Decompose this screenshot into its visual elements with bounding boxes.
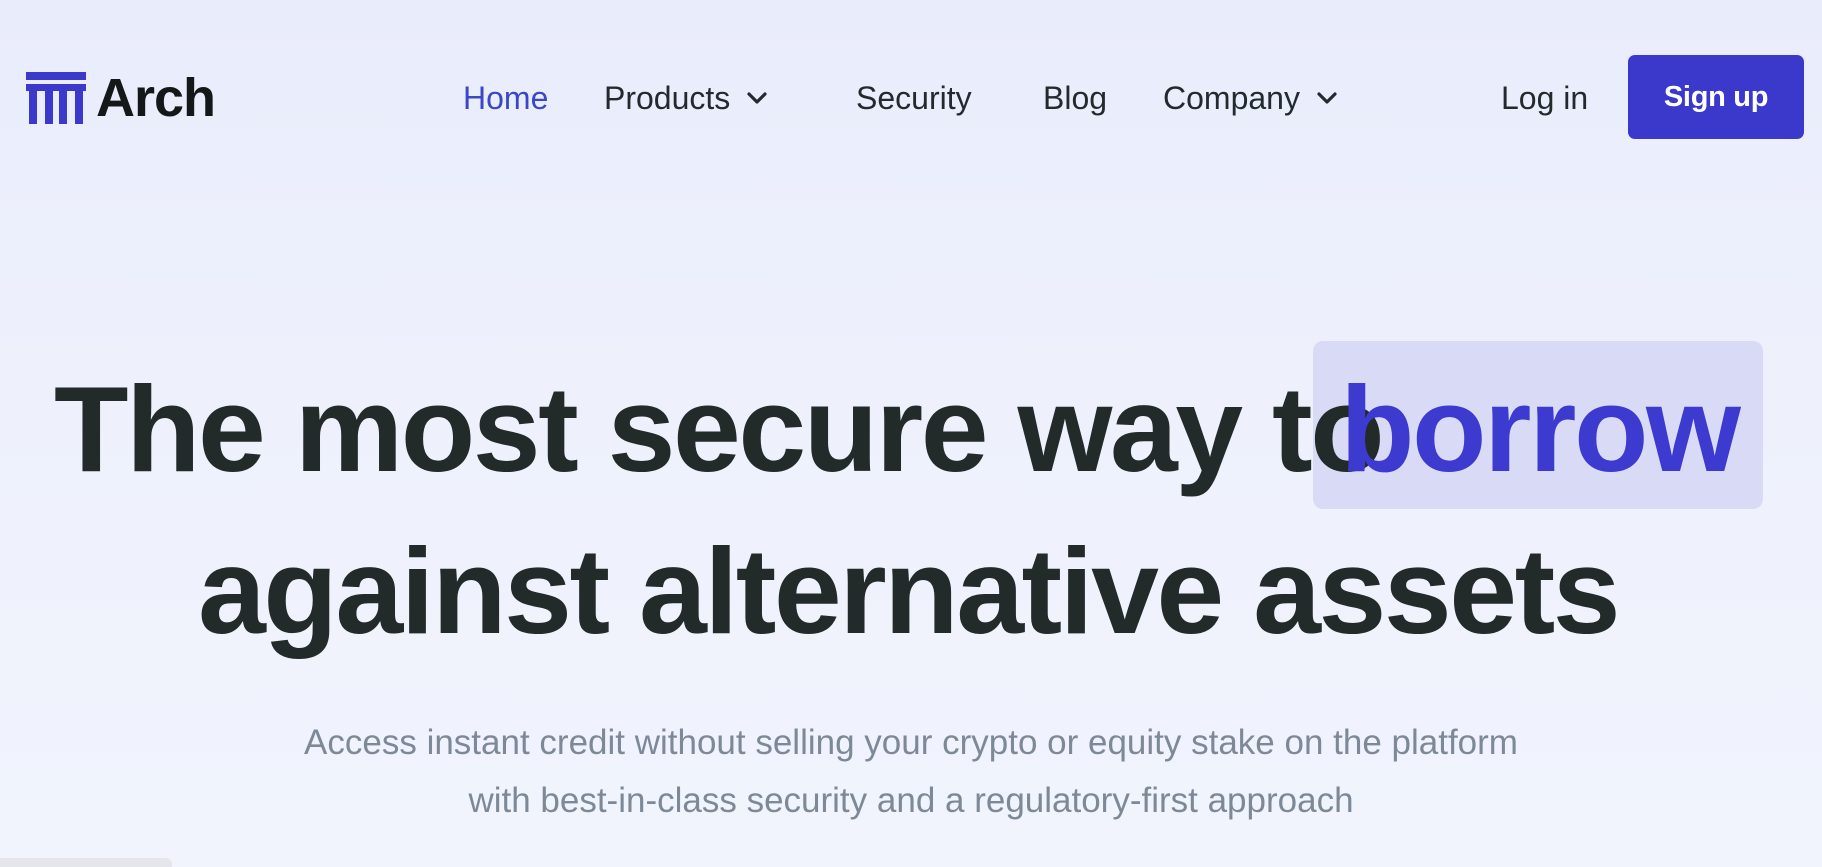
chevron-down-icon	[1317, 92, 1337, 104]
nav-item-home-label: Home	[463, 79, 549, 116]
nav-item-blog-label: Blog	[1043, 79, 1108, 116]
nav-item-security[interactable]: Security	[856, 70, 972, 126]
login-link[interactable]: Log in	[1501, 70, 1588, 126]
site-header: Arch Home Products Security Blog Company…	[0, 0, 1822, 195]
nav-item-security-label: Security	[856, 79, 972, 116]
nav-item-company[interactable]: Company	[1163, 70, 1340, 126]
nav-item-home[interactable]: Home	[463, 70, 548, 126]
hero-subtitle-line-2: with best-in-class security and a regula…	[468, 781, 1354, 820]
nav-item-products-label: Products	[604, 79, 731, 116]
nav-item-company-label: Company	[1163, 79, 1300, 116]
hero-title-line-1: The most secure way to	[54, 361, 1385, 497]
hero-highlight-word: borrow	[1340, 361, 1741, 497]
hero-subtitle-line-1: Access instant credit without selling yo…	[304, 723, 1518, 762]
hero-subtitle: Access instant credit without selling yo…	[0, 714, 1822, 830]
nav-item-products[interactable]: Products	[604, 70, 770, 126]
signup-button[interactable]: Sign up	[1628, 55, 1804, 139]
hero-title-line-2: against alternative assets	[197, 523, 1621, 659]
nav-item-blog[interactable]: Blog	[1043, 70, 1107, 126]
chevron-down-icon	[747, 92, 767, 104]
partial-element-edge	[0, 858, 172, 867]
